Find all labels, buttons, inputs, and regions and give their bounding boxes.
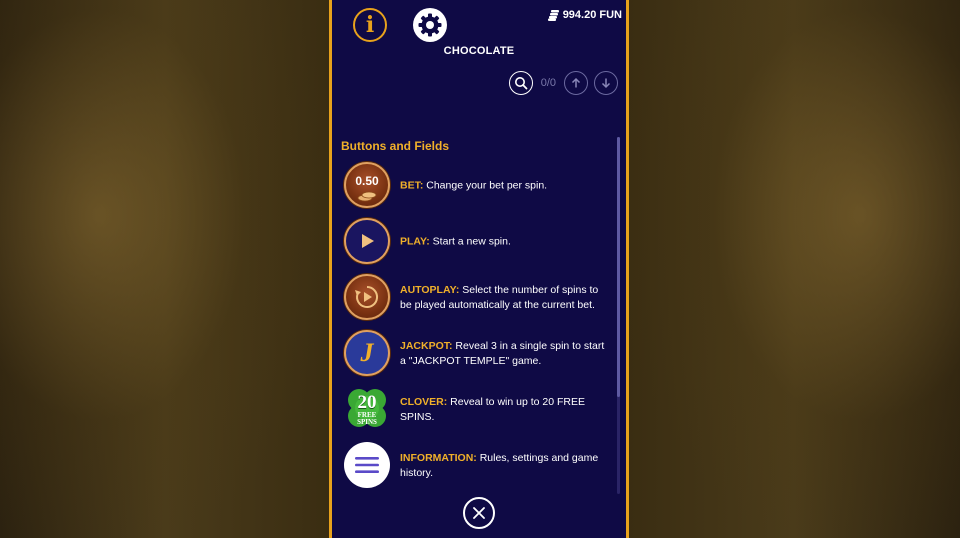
info-icon: i [365, 12, 375, 38]
rules-panel: i 994.20 FUN CHOCOLATE 0/0 Buttons and F… [329, 0, 629, 538]
search-result-count: 0/0 [540, 77, 556, 89]
background-left [0, 0, 330, 538]
autoplay-icon [344, 274, 390, 320]
list-item-text: INFORMATION: Rules, settings and game hi… [400, 452, 599, 479]
close-icon [473, 507, 485, 519]
coins-icon [357, 191, 377, 202]
gear-icon [418, 13, 442, 37]
list-item-text: BET: Change your bet per spin. [400, 179, 548, 192]
menu-icon [344, 442, 390, 488]
arrow-up-icon [571, 77, 581, 88]
clover-icon: 20 FREE SPINS [344, 386, 390, 432]
list-item-text: AUTOPLAY: Select the number of spins to … [400, 284, 599, 311]
play-icon [344, 218, 390, 264]
play-triangle-icon [362, 234, 374, 248]
autoplay-cycle-icon [355, 285, 379, 308]
bet-icon: 0.50 [344, 162, 390, 208]
coin-stack-icon [547, 9, 559, 21]
background-right [628, 0, 960, 538]
search-bar: 0/0 [508, 71, 618, 95]
list-item-bet: 0.50 BET: Change your bet per spin. [344, 162, 614, 210]
balance-display: 994.20 FUN [547, 9, 622, 21]
jackpot-icon: J [344, 330, 390, 376]
search-icon [514, 77, 528, 90]
search-next-button[interactable] [594, 71, 618, 95]
section-title: Buttons and Fields [341, 139, 449, 153]
game-title: CHOCOLATE [443, 45, 515, 57]
close-button[interactable] [463, 497, 495, 529]
hamburger-icon [355, 457, 379, 473]
list-item-information: INFORMATION: Rules, settings and game hi… [344, 442, 614, 490]
list-item-text: JACKPOT: Reveal 3 in a single spin to st… [400, 340, 605, 367]
scrollbar-thumb[interactable] [617, 137, 620, 397]
list-item-text: PLAY: Start a new spin. [400, 235, 511, 248]
list-item-play: PLAY: Start a new spin. [344, 218, 614, 266]
settings-button[interactable] [413, 8, 447, 42]
balance-value: 994.20 FUN [562, 9, 622, 21]
list-item-jackpot: J JACKPOT: Reveal 3 in a single spin to … [344, 330, 614, 378]
search-prev-button[interactable] [564, 71, 588, 95]
list-item-autoplay: AUTOPLAY: Select the number of spins to … [344, 274, 614, 322]
list-item-text: CLOVER: Reveal to win up to 20 FREE SPIN… [400, 396, 585, 423]
search-button[interactable] [508, 71, 533, 95]
list-item-clover: 20 FREE SPINS CLOVER: Reveal to win up t… [344, 386, 614, 434]
info-button[interactable]: i [353, 8, 387, 42]
arrow-down-icon [601, 78, 611, 89]
